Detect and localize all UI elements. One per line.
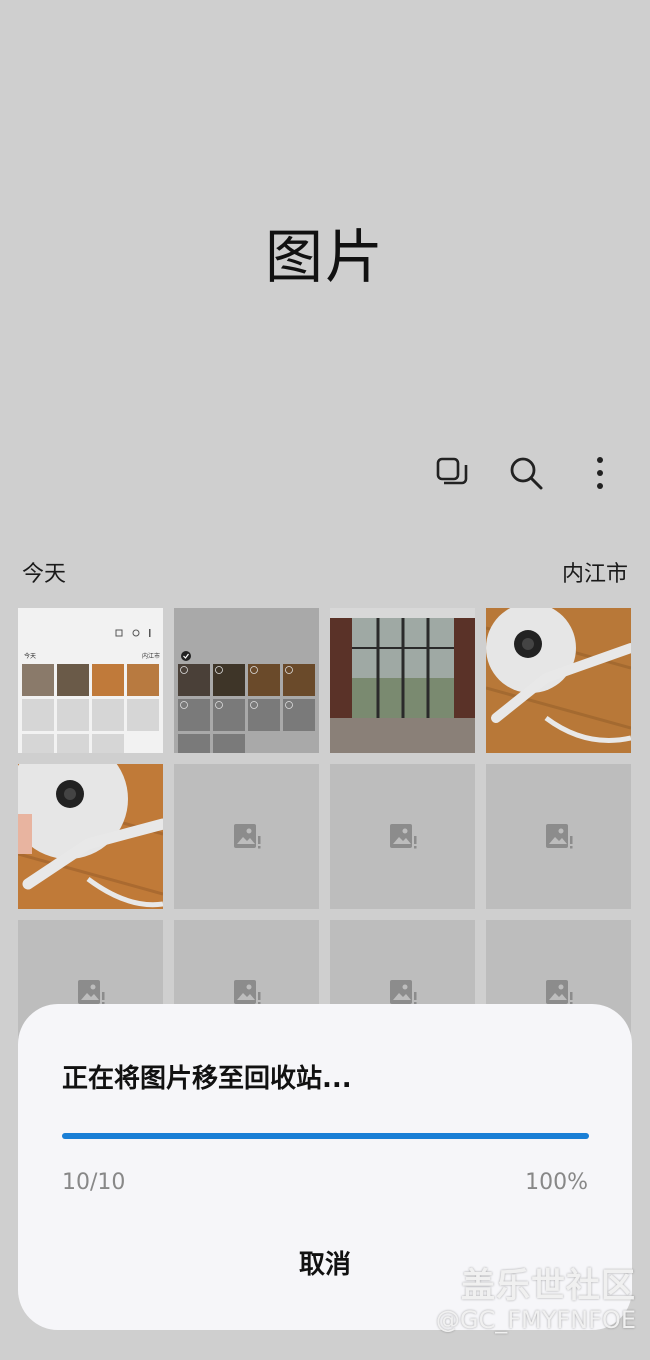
search-icon[interactable] bbox=[506, 453, 546, 493]
location-label[interactable]: 内江市 bbox=[562, 556, 628, 588]
toolbar bbox=[432, 450, 620, 496]
section-header: 今天 内江市 bbox=[22, 556, 628, 588]
thumbnail-room-photo[interactable] bbox=[330, 608, 475, 753]
mini-location-label: 内江市 bbox=[142, 652, 160, 660]
broken-image-icon bbox=[77, 979, 104, 1004]
thumbnail-placeholder[interactable] bbox=[330, 764, 475, 909]
broken-image-icon bbox=[545, 823, 572, 848]
thumbnail-camera-photo[interactable] bbox=[18, 764, 163, 909]
thumbnail-placeholder[interactable] bbox=[486, 764, 631, 909]
thumbnail-screenshot-selected[interactable] bbox=[174, 608, 319, 753]
page-title: 图片 bbox=[264, 223, 385, 291]
broken-image-icon bbox=[233, 823, 260, 848]
broken-image-icon bbox=[389, 823, 416, 848]
photo-grid: 今天 内江市 bbox=[18, 608, 632, 1065]
progress-bar bbox=[62, 1133, 589, 1139]
broken-image-icon bbox=[545, 979, 572, 1004]
date-label: 今天 bbox=[22, 562, 67, 587]
progress-fill bbox=[62, 1133, 589, 1139]
thumbnail-placeholder[interactable] bbox=[174, 764, 319, 909]
select-icon[interactable] bbox=[432, 453, 472, 493]
progress-percent: 100% bbox=[525, 1170, 588, 1195]
watermark-user: @GC_FMYFNFOE bbox=[435, 1306, 636, 1334]
dialog-message: 正在将图片移至回收站... bbox=[62, 1064, 352, 1094]
broken-image-icon bbox=[233, 979, 260, 1004]
progress-count: 10/10 bbox=[62, 1170, 126, 1195]
thumbnail-screenshot[interactable]: 今天 内江市 bbox=[18, 608, 163, 753]
more-vertical-icon[interactable] bbox=[580, 453, 620, 493]
broken-image-icon bbox=[389, 979, 416, 1004]
thumbnail-camera-photo[interactable] bbox=[486, 608, 631, 753]
watermark-site: 盖乐世社区 bbox=[461, 1266, 636, 1306]
mini-date-label: 今天 bbox=[24, 652, 36, 660]
